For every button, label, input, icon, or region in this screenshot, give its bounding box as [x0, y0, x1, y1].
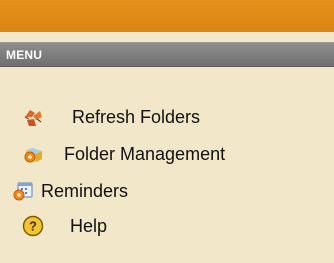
top-bar: [0, 0, 334, 32]
calendar-gear-icon: [13, 182, 33, 201]
help-question-icon: ?: [22, 215, 44, 237]
menu-item-refresh-folders[interactable]: Refresh Folders: [0, 104, 300, 130]
menu-panel: MENU Refresh Folders Folder Management R…: [0, 0, 334, 263]
menu-item-label: Reminders: [41, 180, 129, 201]
menu-item-label: Refresh Folders: [72, 106, 201, 127]
svg-text:?: ?: [29, 219, 37, 234]
refresh-folders-icon: [24, 110, 42, 126]
menu-title: MENU: [6, 48, 43, 62]
menu-item-help[interactable]: ? Help: [0, 213, 300, 239]
menu-item-reminders[interactable]: Reminders: [0, 178, 300, 204]
menu-item-label: Folder Management: [64, 143, 226, 164]
folder-gear-icon: [24, 148, 42, 163]
menu-item-label: Help: [70, 215, 108, 236]
menu-item-folder-management[interactable]: Folder Management: [0, 141, 300, 167]
menu-header: MENU: [0, 42, 334, 67]
